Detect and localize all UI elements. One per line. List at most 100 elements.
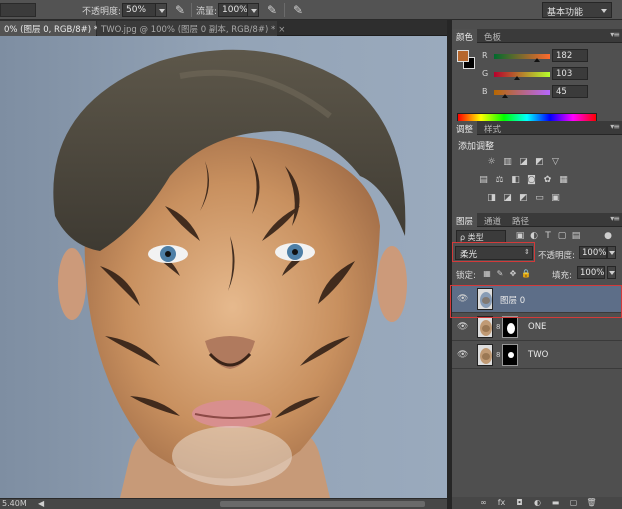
opacity-field[interactable]: 50%	[122, 3, 156, 17]
invert-icon[interactable]: ◨	[486, 193, 497, 204]
visibility-eye-icon[interactable]: 👁	[457, 350, 468, 360]
tab-layers[interactable]: 图层	[452, 213, 478, 227]
curves-icon[interactable]: ◪	[518, 157, 529, 168]
filter-smart-object-icon[interactable]: ▤	[570, 230, 582, 242]
layer-name[interactable]: TWO	[528, 350, 548, 360]
tab-channels[interactable]: 通道	[480, 213, 505, 227]
horizontal-scrollbar[interactable]	[220, 501, 425, 507]
flow-dropdown[interactable]	[247, 3, 259, 17]
black-white-icon[interactable]: ◧	[510, 175, 521, 186]
document-tab-bar: 0% (图层 0, RGB/8#) *× TWO.jpg @ 100% (图层 …	[0, 20, 447, 36]
adjustments-panel: 调整 样式 ▾≡ 添加调整 ☼ ▥ ◪ ◩ ▽ ▤ ⚖ ◧ ◙ ✿ ▦ ◨ ◪ …	[452, 121, 622, 215]
filter-type-icon[interactable]: T	[542, 230, 554, 242]
document-tab-label: 0% (图层 0, RGB/8#) *	[4, 25, 99, 35]
options-bar: 不透明度: 50% ✎ 流量: 100% ✎ ✎ 基本功能	[0, 0, 622, 20]
value-field-g[interactable]: 103	[552, 67, 588, 80]
posterize-icon[interactable]: ◪	[502, 193, 513, 204]
panel-menu-icon[interactable]: ▾≡	[610, 30, 620, 39]
fill-label: 填充:	[552, 271, 572, 281]
tab-adjustments[interactable]: 调整	[452, 121, 478, 135]
color-balance-icon[interactable]: ⚖	[494, 175, 505, 186]
opacity-dropdown[interactable]	[155, 3, 167, 17]
levels-icon[interactable]: ▥	[502, 157, 513, 168]
panel-menu-icon[interactable]: ▾≡	[610, 214, 620, 223]
lock-transparency-icon[interactable]: ▦	[482, 269, 492, 279]
layer-mask-thumbnail[interactable]	[502, 316, 518, 338]
slider-g[interactable]	[494, 72, 550, 80]
close-icon[interactable]: ×	[278, 25, 285, 35]
foreground-color-swatch[interactable]	[457, 50, 469, 62]
document-tab-active[interactable]: 0% (图层 0, RGB/8#) *×	[0, 21, 108, 36]
adjustments-panel-tabs: 调整 样式 ▾≡	[452, 121, 622, 135]
slider-thumb[interactable]	[534, 58, 540, 62]
filter-toggle-icon[interactable]: ●	[602, 230, 614, 242]
separator	[284, 3, 285, 17]
layer-opacity-field[interactable]: 100%	[579, 246, 607, 259]
channel-label-b: B	[482, 87, 488, 96]
gradient-map-icon[interactable]: ▭	[534, 193, 545, 204]
delete-layer-icon[interactable]: 🗑	[586, 498, 597, 508]
workspace-switcher[interactable]: 基本功能	[542, 2, 612, 18]
blend-mode-dropdown[interactable]: 柔光	[455, 246, 533, 260]
slider-r[interactable]	[494, 54, 550, 62]
airbrush-icon[interactable]: ✎	[264, 2, 280, 18]
document-size-readout: 5.40M	[2, 499, 27, 508]
slider-thumb[interactable]	[502, 94, 508, 98]
filter-shape-icon[interactable]: ▢	[556, 230, 568, 242]
layer-style-icon[interactable]: fx	[496, 498, 507, 508]
layer-mask-thumbnail[interactable]	[502, 344, 518, 366]
value-field-b[interactable]: 45	[552, 85, 588, 98]
pressure-size-icon[interactable]: ✎	[290, 2, 306, 18]
brush-preset-picker[interactable]	[0, 3, 36, 17]
flow-field[interactable]: 100%	[218, 3, 248, 17]
layer-opacity-dropdown[interactable]	[607, 246, 616, 259]
new-group-icon[interactable]: ▬	[550, 498, 561, 508]
color-panel-tabs: 颜色 色板 ▾≡	[452, 29, 622, 43]
fill-field[interactable]: 100%	[577, 266, 605, 279]
brightness-contrast-icon[interactable]: ☼	[486, 157, 497, 168]
separator	[191, 3, 192, 17]
add-mask-icon[interactable]: ◘	[514, 498, 525, 508]
new-adjustment-layer-icon[interactable]: ◐	[532, 498, 543, 508]
photo-filter-icon[interactable]: ◙	[526, 175, 537, 186]
color-lookup-icon[interactable]: ▦	[558, 175, 569, 186]
link-chain-icon[interactable]: 8	[496, 323, 500, 331]
tab-styles[interactable]: 样式	[480, 121, 505, 135]
exposure-icon[interactable]: ◩	[534, 157, 545, 168]
link-chain-icon[interactable]: 8	[496, 351, 500, 359]
threshold-icon[interactable]: ◩	[518, 193, 529, 204]
slider-b[interactable]	[494, 90, 550, 98]
filter-pixel-icon[interactable]: ▣	[514, 230, 526, 242]
layer-thumbnail	[477, 316, 493, 338]
status-bar: 5.40M ◀	[0, 498, 447, 509]
slider-thumb[interactable]	[514, 76, 520, 80]
flow-label: 流量:	[196, 7, 218, 17]
layer-name[interactable]: ONE	[528, 322, 546, 332]
panel-menu-icon[interactable]: ▾≡	[610, 122, 620, 131]
lock-position-icon[interactable]: ✥	[508, 269, 518, 279]
document-tab-two[interactable]: TWO.jpg @ 100% (图层 0 副本, RGB/8#) * ×	[97, 21, 285, 36]
new-layer-icon[interactable]: ▢	[568, 498, 579, 508]
panel-dock: 颜色 色板 ▾≡ R 182 G 103 B 45 调整 样式 ▾≡ 添加调整 …	[450, 20, 622, 509]
selective-color-icon[interactable]: ▣	[550, 193, 561, 204]
vibrance-icon[interactable]: ▽	[550, 157, 561, 168]
layer-opacity-label: 不透明度:	[538, 251, 575, 261]
link-layers-icon[interactable]: ∞	[478, 498, 489, 508]
layer-row[interactable]: 👁 8 TWO	[452, 341, 622, 369]
fill-dropdown[interactable]	[607, 266, 616, 279]
tab-paths[interactable]: 路径	[508, 213, 533, 227]
chevron-down-icon[interactable]: ⇕	[524, 248, 530, 256]
value-field-r[interactable]: 182	[552, 49, 588, 62]
lock-all-icon[interactable]: 🔒	[521, 269, 531, 279]
tab-swatches[interactable]: 色板	[480, 29, 505, 43]
pressure-opacity-icon[interactable]: ✎	[172, 2, 188, 18]
tab-color[interactable]: 颜色	[452, 29, 478, 43]
visibility-eye-icon[interactable]: 👁	[457, 322, 468, 332]
lock-image-icon[interactable]: ✎	[495, 269, 505, 279]
hue-saturation-icon[interactable]: ▤	[478, 175, 489, 186]
filter-adjustment-icon[interactable]: ◐	[528, 230, 540, 242]
status-menu-arrow-icon[interactable]: ◀	[38, 499, 56, 509]
document-canvas[interactable]	[0, 36, 447, 498]
channel-mixer-icon[interactable]: ✿	[542, 175, 553, 186]
opacity-label: 不透明度:	[82, 7, 122, 17]
